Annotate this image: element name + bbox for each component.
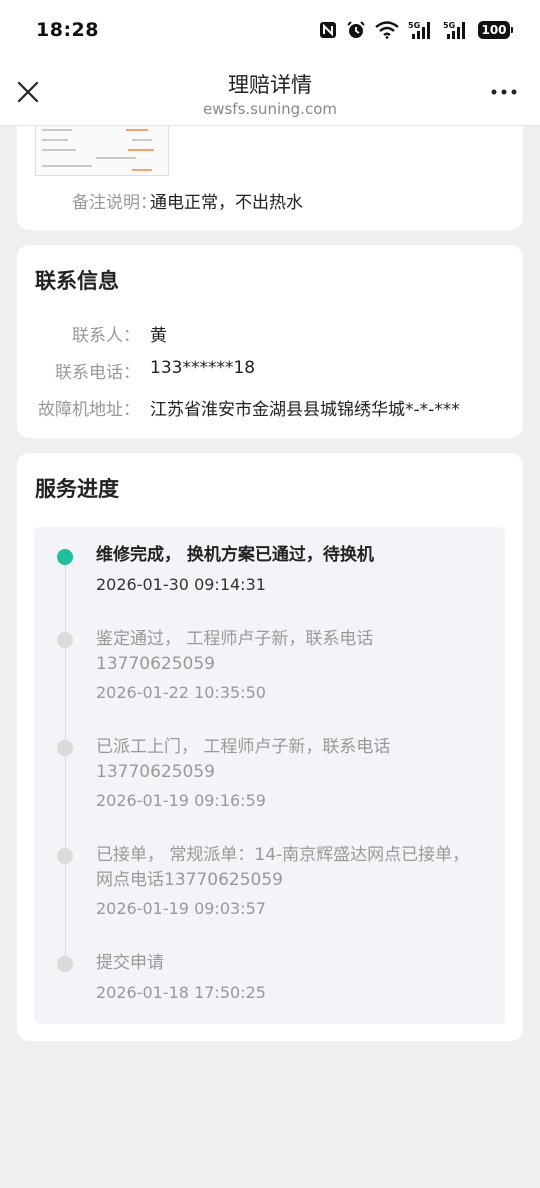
signal-5g-icon: 5G	[443, 21, 465, 39]
progress-step-time: 2026-01-19 09:16:59	[96, 791, 266, 810]
progress-step-text: 维修完成， 换机方案已通过，待换机	[96, 545, 374, 565]
alarm-icon	[347, 21, 365, 38]
svg-text:5G: 5G	[408, 21, 420, 30]
receipt-thumbnail[interactable]	[35, 124, 169, 176]
battery-icon: 100	[478, 21, 513, 39]
nfc-icon	[320, 22, 336, 38]
nav-bar: 理赔详情 ewsfs.suning.com	[0, 60, 540, 126]
status-bar: 18:28 5G 5G 100	[0, 0, 540, 60]
page-title: 理赔详情	[228, 73, 312, 97]
svg-text:5G: 5G	[443, 21, 455, 30]
timeline-dot	[57, 740, 73, 756]
service-progress-card: 服务进度 维修完成， 换机方案已通过，待换机 2026-01-30 09:14:…	[17, 453, 523, 1041]
remark-label: 备注说明：	[72, 193, 157, 213]
timeline-dot-active	[57, 549, 73, 565]
progress-step-time: 2026-01-30 09:14:31	[96, 575, 266, 594]
contact-card: 联系信息 联系人： 黄 联系电话： 133******18 故障机地址： 江苏省…	[17, 245, 523, 438]
progress-step-text: 提交申请	[96, 953, 164, 973]
more-icon[interactable]	[490, 84, 518, 100]
timeline-dot	[57, 956, 73, 972]
progress-step-time: 2026-01-22 10:35:50	[96, 683, 266, 702]
timeline-dot	[57, 848, 73, 864]
progress-step-text: 已接单， 常规派单：14-南京辉盛达网点已接单，网点电话13770625059	[96, 845, 470, 890]
progress-step-text: 已派工上门， 工程师卢子新，联系电话13770625059	[96, 737, 391, 782]
timeline-line	[65, 558, 66, 968]
timeline-dot	[57, 632, 73, 648]
contact-name-label: 联系人：	[72, 326, 140, 346]
status-time: 18:28	[36, 19, 99, 41]
progress-step-text: 鉴定通过， 工程师卢子新，联系电话13770625059	[96, 629, 374, 674]
contact-phone-value: 133******18	[150, 358, 256, 378]
progress-step-time: 2026-01-18 17:50:25	[96, 983, 266, 1002]
claim-info-card: 备注说明： 通电正常，不出热水	[17, 110, 523, 230]
progress-timeline: 维修完成， 换机方案已通过，待换机 2026-01-30 09:14:31 鉴定…	[34, 527, 505, 1024]
page-domain: ewsfs.suning.com	[202, 100, 337, 118]
wifi-icon	[375, 21, 399, 39]
contact-title: 联系信息	[35, 269, 119, 293]
remark-value: 通电正常，不出热水	[150, 193, 303, 213]
progress-step-time: 2026-01-19 09:03:57	[96, 899, 266, 918]
fault-address-value: 江苏省淮安市金湖县县城锦绣华城*-*-***	[150, 400, 460, 420]
fault-address-label: 故障机地址：	[38, 400, 140, 420]
contact-phone-label: 联系电话：	[55, 363, 140, 383]
contact-name-value: 黄	[150, 326, 167, 346]
signal-5g-icon: 5G	[408, 21, 430, 39]
status-icons: 5G 5G 100	[319, 20, 513, 40]
progress-title: 服务进度	[35, 477, 119, 501]
